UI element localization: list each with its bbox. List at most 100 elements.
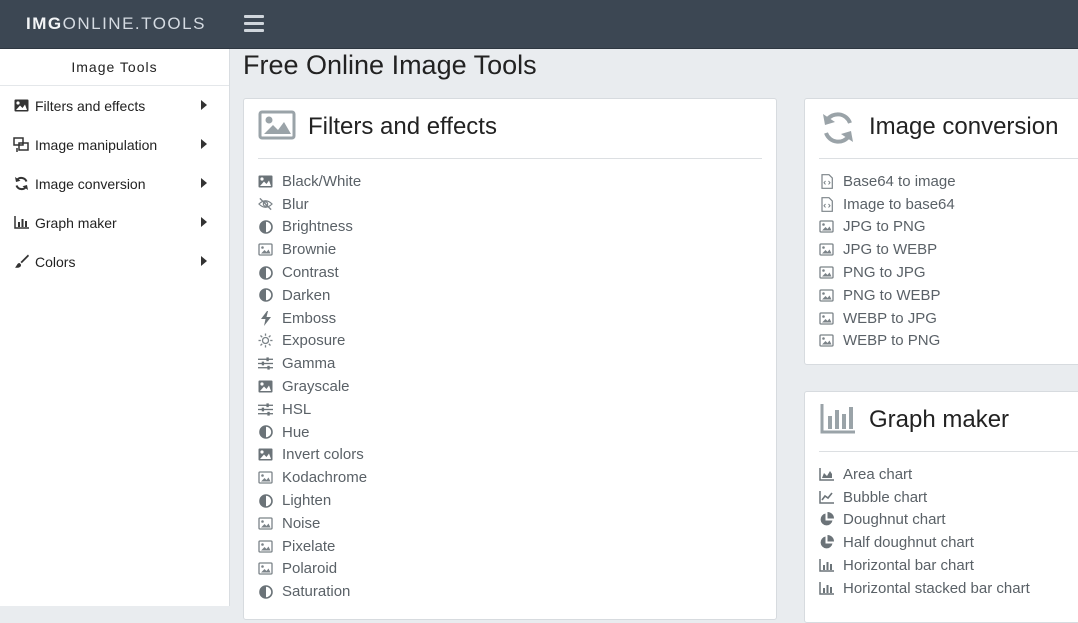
tool-link[interactable]: Blur: [258, 193, 367, 216]
tool-link[interactable]: Gamma: [258, 352, 367, 375]
tool-link[interactable]: PNG to WEBP: [819, 284, 956, 307]
line-chart-icon: [819, 490, 834, 504]
tool-link-label: Base64 to image: [843, 172, 956, 190]
caret-right-icon: [201, 256, 207, 266]
tool-link[interactable]: Darken: [258, 284, 367, 307]
sidebar-item-filters-and-effects[interactable]: Filters and effects: [0, 86, 229, 125]
sidebar-item-image-conversion[interactable]: Image conversion: [0, 164, 229, 203]
conversion-card-title: Image conversion: [869, 113, 1059, 140]
caret-right-icon: [201, 178, 207, 188]
half-circle-icon: [258, 265, 273, 280]
tool-link[interactable]: Half doughnut chart: [819, 531, 1030, 554]
tool-link[interactable]: Kodachrome: [258, 466, 367, 489]
graph-card-title: Graph maker: [869, 406, 1010, 433]
tool-link[interactable]: Polaroid: [258, 558, 367, 581]
tool-link-label: Brownie: [282, 241, 337, 259]
image-outline-icon: [819, 311, 834, 325]
tool-link-label: Exposure: [282, 332, 346, 350]
image-outline-icon: [819, 288, 834, 302]
tool-link-label: Saturation: [282, 583, 351, 601]
bolt-icon: [258, 310, 273, 326]
tool-link[interactable]: Saturation: [258, 580, 367, 603]
tool-link[interactable]: WEBP to JPG: [819, 307, 956, 330]
tool-link-label: Brightness: [282, 218, 353, 236]
sliders-icon: [258, 357, 273, 371]
tool-link-label: PNG to WEBP: [843, 286, 941, 304]
tool-link[interactable]: Grayscale: [258, 375, 367, 398]
crop-icon: [13, 137, 29, 153]
tool-link[interactable]: Brownie: [258, 238, 367, 261]
sidebar-item-image-manipulation[interactable]: Image manipulation: [0, 125, 229, 164]
tool-link-label: Darken: [282, 286, 331, 304]
image-icon: [13, 98, 29, 114]
tool-link-label: Half doughnut chart: [843, 534, 974, 552]
tool-link[interactable]: Lighten: [258, 489, 367, 512]
sidebar: Image Tools Filters and effects Image man…: [0, 49, 230, 606]
tool-link-label: Pixelate: [282, 537, 336, 555]
tool-link[interactable]: Horizontal bar chart: [819, 554, 1030, 577]
top-navbar: IMGONLINE.TOOLS: [0, 0, 1078, 49]
tool-link-label: Contrast: [282, 264, 339, 282]
tool-link[interactable]: Base64 to image: [819, 170, 956, 193]
tool-link[interactable]: Image to base64: [819, 193, 956, 216]
image-outline-icon: [819, 266, 834, 280]
bar-chart-icon: [819, 581, 834, 595]
tool-link-label: Emboss: [282, 309, 337, 327]
tool-link[interactable]: Brightness: [258, 216, 367, 239]
tool-link[interactable]: Invert colors: [258, 444, 367, 467]
tool-link-label: Gamma: [282, 355, 336, 373]
caret-right-icon: [201, 100, 207, 110]
tool-link[interactable]: JPG to WEBP: [819, 238, 956, 261]
tool-link[interactable]: JPG to PNG: [819, 216, 956, 239]
sliders-icon: [258, 402, 273, 416]
tool-link[interactable]: Area chart: [819, 463, 1030, 486]
tool-link[interactable]: Emboss: [258, 307, 367, 330]
brand-logo[interactable]: IMGONLINE.TOOLS: [26, 14, 206, 34]
tool-link[interactable]: PNG to JPG: [819, 261, 956, 284]
sidebar-item-label: Image manipulation: [35, 136, 158, 153]
sidebar-title: Image Tools: [0, 49, 229, 86]
half-circle-icon: [258, 425, 273, 439]
sun-icon: [258, 333, 273, 348]
image-outline-icon: [258, 516, 273, 530]
sidebar-item-colors[interactable]: Colors: [0, 242, 229, 281]
image-outline-icon: [819, 243, 834, 257]
image-outline-icon: [819, 220, 834, 234]
image-outline-icon: [258, 243, 273, 257]
half-circle-icon: [258, 220, 273, 234]
tool-link[interactable]: Doughnut chart: [819, 509, 1030, 532]
page-title: Free Online Image Tools: [243, 50, 537, 80]
half-circle-icon: [258, 584, 273, 599]
brand-rest: ONLINE.TOOLS: [62, 14, 206, 33]
tool-link[interactable]: Pixelate: [258, 535, 367, 558]
file-code-icon: [819, 196, 834, 212]
pie-chart-icon: [819, 535, 834, 550]
tool-link-label: WEBP to PNG: [843, 332, 941, 350]
tool-link-label: Polaroid: [282, 560, 338, 578]
tool-link[interactable]: HSL: [258, 398, 367, 421]
tool-link-label: Horizontal stacked bar chart: [843, 579, 1030, 597]
tool-link[interactable]: Bubble chart: [819, 486, 1030, 509]
tool-link-label: JPG to PNG: [843, 218, 926, 236]
tool-link-label: Noise: [282, 514, 321, 532]
conversion-card: Image conversion Base64 to image Image to…: [804, 98, 1078, 365]
tool-link-label: Bubble chart: [843, 488, 928, 506]
tool-link[interactable]: Exposure: [258, 330, 367, 353]
area-chart-icon: [819, 467, 834, 481]
tool-link[interactable]: Hue: [258, 421, 367, 444]
sidebar-item-graph-maker[interactable]: Graph maker: [0, 203, 229, 242]
tool-link[interactable]: Horizontal stacked bar chart: [819, 577, 1030, 600]
tool-link-label: Invert colors: [282, 446, 364, 464]
tool-link[interactable]: WEBP to PNG: [819, 330, 956, 353]
graph-card: Graph maker Area chart Bubble chart Doughn…: [804, 391, 1078, 623]
tool-link[interactable]: Noise: [258, 512, 367, 535]
bar-chart-icon: [819, 402, 857, 438]
tool-link-label: JPG to WEBP: [843, 241, 938, 259]
sync-icon: [819, 109, 857, 145]
menu-toggle-icon[interactable]: [244, 15, 264, 33]
tool-link-label: Blur: [282, 195, 309, 213]
tool-link[interactable]: Contrast: [258, 261, 367, 284]
tool-link-label: Grayscale: [282, 378, 350, 396]
sync-icon: [13, 176, 29, 192]
tool-link[interactable]: Black/White: [258, 170, 367, 193]
